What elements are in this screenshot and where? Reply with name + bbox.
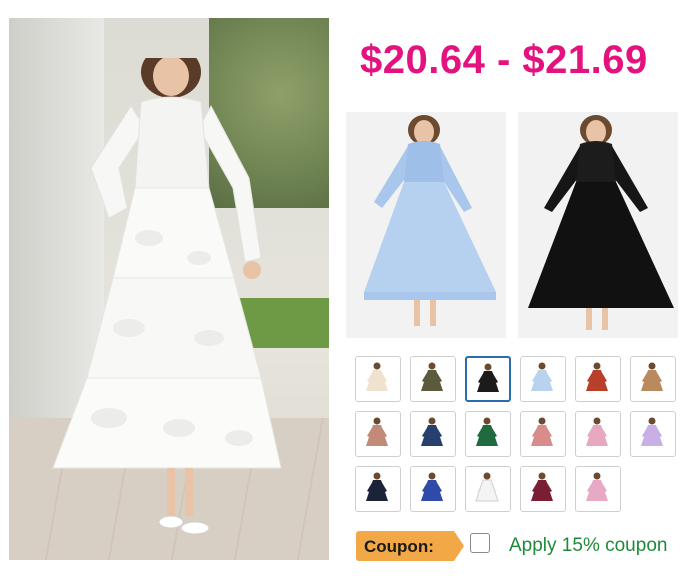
- color-swatch[interactable]: [465, 356, 511, 402]
- swatch-dress-thumbnail: [421, 417, 443, 446]
- color-swatch[interactable]: [355, 411, 401, 457]
- color-swatch[interactable]: [575, 356, 621, 402]
- color-swatch[interactable]: [575, 466, 621, 512]
- swatch-dress-thumbnail: [586, 362, 608, 391]
- black-dress-figure: [528, 115, 674, 330]
- swatch-dress-thumbnail: [366, 417, 388, 446]
- swatch-dress-thumbnail: [421, 472, 443, 501]
- coupon-checkbox[interactable]: [470, 533, 490, 553]
- swatch-dress-thumbnail: [366, 362, 388, 391]
- coupon-badge: Coupon:: [356, 531, 464, 561]
- alt-image-black[interactable]: [518, 112, 678, 338]
- color-swatch[interactable]: [575, 411, 621, 457]
- price-range: $20.64 - $21.69: [360, 38, 648, 82]
- color-swatch[interactable]: [355, 356, 401, 402]
- color-swatch[interactable]: [410, 356, 456, 402]
- swatch-dress-thumbnail: [366, 472, 388, 501]
- apply-coupon-label[interactable]: Apply 15% coupon: [509, 535, 667, 557]
- swatch-dress-thumbnail: [641, 417, 663, 446]
- color-swatch[interactable]: [520, 466, 566, 512]
- coupon-badge-label: Coupon:: [364, 537, 434, 556]
- swatch-dress-thumbnail: [586, 417, 608, 446]
- color-swatch[interactable]: [520, 411, 566, 457]
- swatch-dress-thumbnail: [586, 472, 608, 501]
- color-swatch[interactable]: [410, 411, 456, 457]
- swatch-dress-thumbnail: [421, 362, 443, 391]
- blue-dress-figure: [364, 115, 496, 326]
- color-swatch[interactable]: [630, 356, 676, 402]
- swatch-dress-thumbnail: [531, 417, 553, 446]
- main-product-image[interactable]: [9, 18, 329, 560]
- color-swatch[interactable]: [465, 411, 511, 457]
- color-swatch[interactable]: [355, 466, 401, 512]
- color-swatch[interactable]: [410, 466, 456, 512]
- color-swatch[interactable]: [465, 466, 511, 512]
- swatch-dress-thumbnail: [477, 363, 499, 392]
- swatch-dress-thumbnail: [476, 417, 498, 446]
- swatch-dress-thumbnail: [531, 362, 553, 391]
- white-dress-figure: [52, 58, 282, 535]
- alt-image-blue[interactable]: [346, 112, 506, 338]
- swatch-dress-thumbnail: [531, 472, 553, 501]
- swatch-dress-thumbnail: [641, 362, 663, 391]
- swatch-dress-thumbnail: [475, 472, 499, 502]
- color-swatch[interactable]: [630, 411, 676, 457]
- color-swatch[interactable]: [520, 356, 566, 402]
